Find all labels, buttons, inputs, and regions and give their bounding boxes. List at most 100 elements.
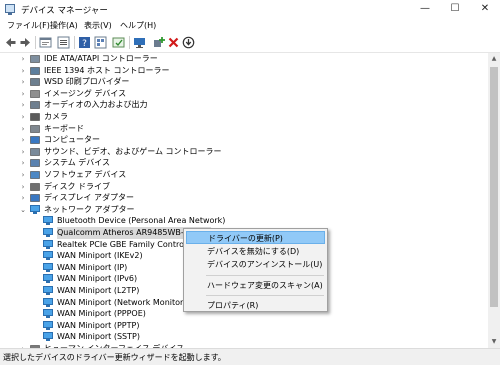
context-menu-item[interactable]: デバイスのアンインストール(U) — [186, 258, 325, 271]
context-menu-item[interactable]: プロパティ(R) — [186, 299, 325, 312]
sound-icon — [30, 147, 40, 156]
camera-icon — [30, 112, 40, 121]
tree-row-label: WAN Miniport (L2TP) — [57, 286, 140, 295]
context-menu-item-label: デバイスのアンインストール(U) — [207, 260, 323, 269]
keyboard-icon — [30, 124, 40, 133]
scroll-down-icon[interactable]: ▼ — [488, 336, 500, 348]
svg-text:?: ? — [82, 39, 87, 49]
network-adapter-icon — [30, 204, 40, 214]
computer-icon — [30, 135, 40, 144]
minimize-button[interactable]: — — [410, 0, 440, 18]
chevron-right-icon[interactable]: › — [19, 147, 27, 157]
tree-category-row[interactable]: › WSD 印刷プロバイダー — [0, 76, 488, 88]
network-adapter-icon — [43, 286, 53, 295]
context-menu-item[interactable]: ハードウェア変更のスキャン(A) — [186, 279, 325, 292]
tree-device-row[interactable]: Bluetooth Device (Personal Area Network) — [0, 215, 488, 227]
back-arrow-icon[interactable] — [4, 36, 17, 49]
forward-arrow-icon[interactable] — [19, 36, 32, 49]
context-menu-item[interactable]: デバイスを無効にする(D) — [186, 245, 325, 258]
chevron-down-icon[interactable]: ⌄ — [19, 205, 27, 215]
menu-view[interactable]: 表示(V) — [84, 20, 112, 31]
tree-row-label: WAN Miniport (IKEv2) — [57, 251, 143, 261]
disk-drive-icon — [30, 182, 40, 191]
tree-category-row[interactable]: ⌄ ネットワーク アダプター — [0, 204, 488, 216]
menu-separator — [206, 295, 324, 296]
chevron-right-icon[interactable]: › — [19, 89, 27, 99]
network-adapter-icon — [43, 216, 53, 226]
chevron-right-icon[interactable]: › — [19, 170, 27, 180]
chevron-right-icon[interactable]: › — [19, 77, 27, 87]
tree-row-label: ソフトウェア デバイス — [44, 170, 127, 179]
tree-category-row[interactable]: › カメラ — [0, 111, 488, 123]
chevron-right-icon[interactable]: › — [19, 100, 27, 110]
tree-row-label: ネットワーク アダプター — [44, 204, 135, 214]
chevron-right-icon[interactable]: › — [19, 54, 27, 64]
tree-category-row[interactable]: › ソフトウェア デバイス — [0, 169, 488, 181]
tree-category-row[interactable]: › コンピューター — [0, 134, 488, 146]
help-icon[interactable]: ? — [78, 36, 91, 49]
status-text: 選択したデバイスのドライバー更新ウィザードを起動します。 — [3, 353, 226, 362]
menu-help[interactable]: ヘルプ(H) — [120, 20, 156, 31]
tree-row-label: WAN Miniport (IP) — [57, 262, 128, 272]
tree-row-label: Bluetooth Device (Personal Area Network) — [57, 216, 226, 226]
close-button[interactable]: ✕ — [470, 0, 500, 18]
tree-row-label: ディスプレイ アダプター — [44, 193, 134, 203]
ieee1394-icon — [30, 66, 40, 75]
audio-icon — [30, 100, 40, 110]
tree-row-label: WSD 印刷プロバイダー — [44, 77, 130, 87]
context-menu-item[interactable]: ドライバーの更新(P) — [186, 231, 325, 244]
tree-category-row[interactable]: › イメージング デバイス — [0, 88, 488, 100]
tree-row-label: サウンド、ビデオ、およびゲーム コントローラー — [44, 146, 222, 156]
chevron-right-icon[interactable]: › — [19, 182, 27, 192]
chevron-right-icon[interactable]: › — [19, 124, 27, 134]
tree-category-row[interactable]: › キーボード — [0, 123, 488, 135]
chevron-right-icon[interactable]: › — [19, 193, 27, 203]
network-adapter-icon — [43, 297, 53, 307]
tree-row-label: Realtek PCIe GBE Family Controller — [57, 239, 197, 249]
tree-row-label: WAN Miniport (PPPOE) — [57, 309, 146, 319]
chevron-right-icon[interactable]: › — [19, 135, 27, 145]
tree-row-label: WAN Miniport (Network Monitor) — [57, 297, 187, 307]
list-icon[interactable] — [57, 36, 70, 49]
properties-icon[interactable] — [39, 36, 52, 49]
scrollbar-thumb[interactable] — [490, 67, 498, 307]
tree-row-label: キーボード — [44, 123, 84, 133]
tree-row-label: カメラ — [44, 112, 68, 121]
chevron-right-icon[interactable]: › — [19, 112, 27, 122]
tree-category-row[interactable]: › オーディオの入力および出力 — [0, 99, 488, 111]
tree-category-row[interactable]: › IDE ATA/ATAPI コントローラー — [0, 53, 488, 65]
chevron-right-icon[interactable]: › — [19, 66, 27, 76]
tree-category-row[interactable]: › ディスク ドライブ — [0, 181, 488, 193]
toolbar: ? — [0, 33, 500, 53]
tree-row-label: WAN Miniport (IPv6) — [57, 274, 138, 284]
tree-row-label: コンピューター — [44, 135, 100, 145]
maximize-button[interactable]: ☐ — [440, 0, 470, 18]
tree-device-row[interactable]: WAN Miniport (PPTP) — [0, 320, 488, 332]
network-adapter-icon — [43, 228, 53, 237]
uninstall-icon[interactable] — [167, 36, 180, 49]
device-manager-icon — [5, 4, 15, 15]
menu-action[interactable]: 操作(A) — [50, 20, 78, 31]
chevron-right-icon[interactable]: › — [19, 158, 27, 168]
network-adapter-icon — [43, 239, 53, 249]
refresh-icon[interactable] — [112, 36, 125, 49]
vertical-scrollbar[interactable]: ▲ ▼ — [488, 53, 500, 348]
tree-category-row[interactable]: › サウンド、ビデオ、およびゲーム コントローラー — [0, 146, 488, 158]
computer-scan-icon[interactable] — [133, 36, 146, 49]
tree-category-row[interactable]: › IEEE 1394 ホスト コントローラー — [0, 65, 488, 77]
tree-category-row[interactable]: › ディスプレイ アダプター — [0, 192, 488, 204]
context-menu-item-label: ハードウェア変更のスキャン(A) — [207, 280, 323, 290]
system-device-icon — [30, 158, 40, 168]
tree-row-label: ディスク ドライブ — [44, 181, 110, 191]
scroll-up-icon[interactable]: ▲ — [488, 53, 500, 65]
network-adapter-icon — [43, 320, 53, 330]
window-title: デバイス マネージャー — [21, 6, 108, 16]
network-adapter-icon — [43, 251, 53, 261]
tree-device-row[interactable]: WAN Miniport (SSTP) — [0, 331, 488, 343]
view-icon[interactable] — [94, 36, 107, 49]
tree-category-row[interactable]: › システム デバイス — [0, 157, 488, 169]
context-menu: ドライバーの更新(P) デバイスを無効にする(D) デバイスのアンインストール(U)… — [183, 228, 328, 312]
menu-file[interactable]: ファイル(F) — [7, 20, 50, 31]
download-icon[interactable] — [182, 36, 195, 49]
add-driver-icon[interactable] — [152, 36, 165, 49]
